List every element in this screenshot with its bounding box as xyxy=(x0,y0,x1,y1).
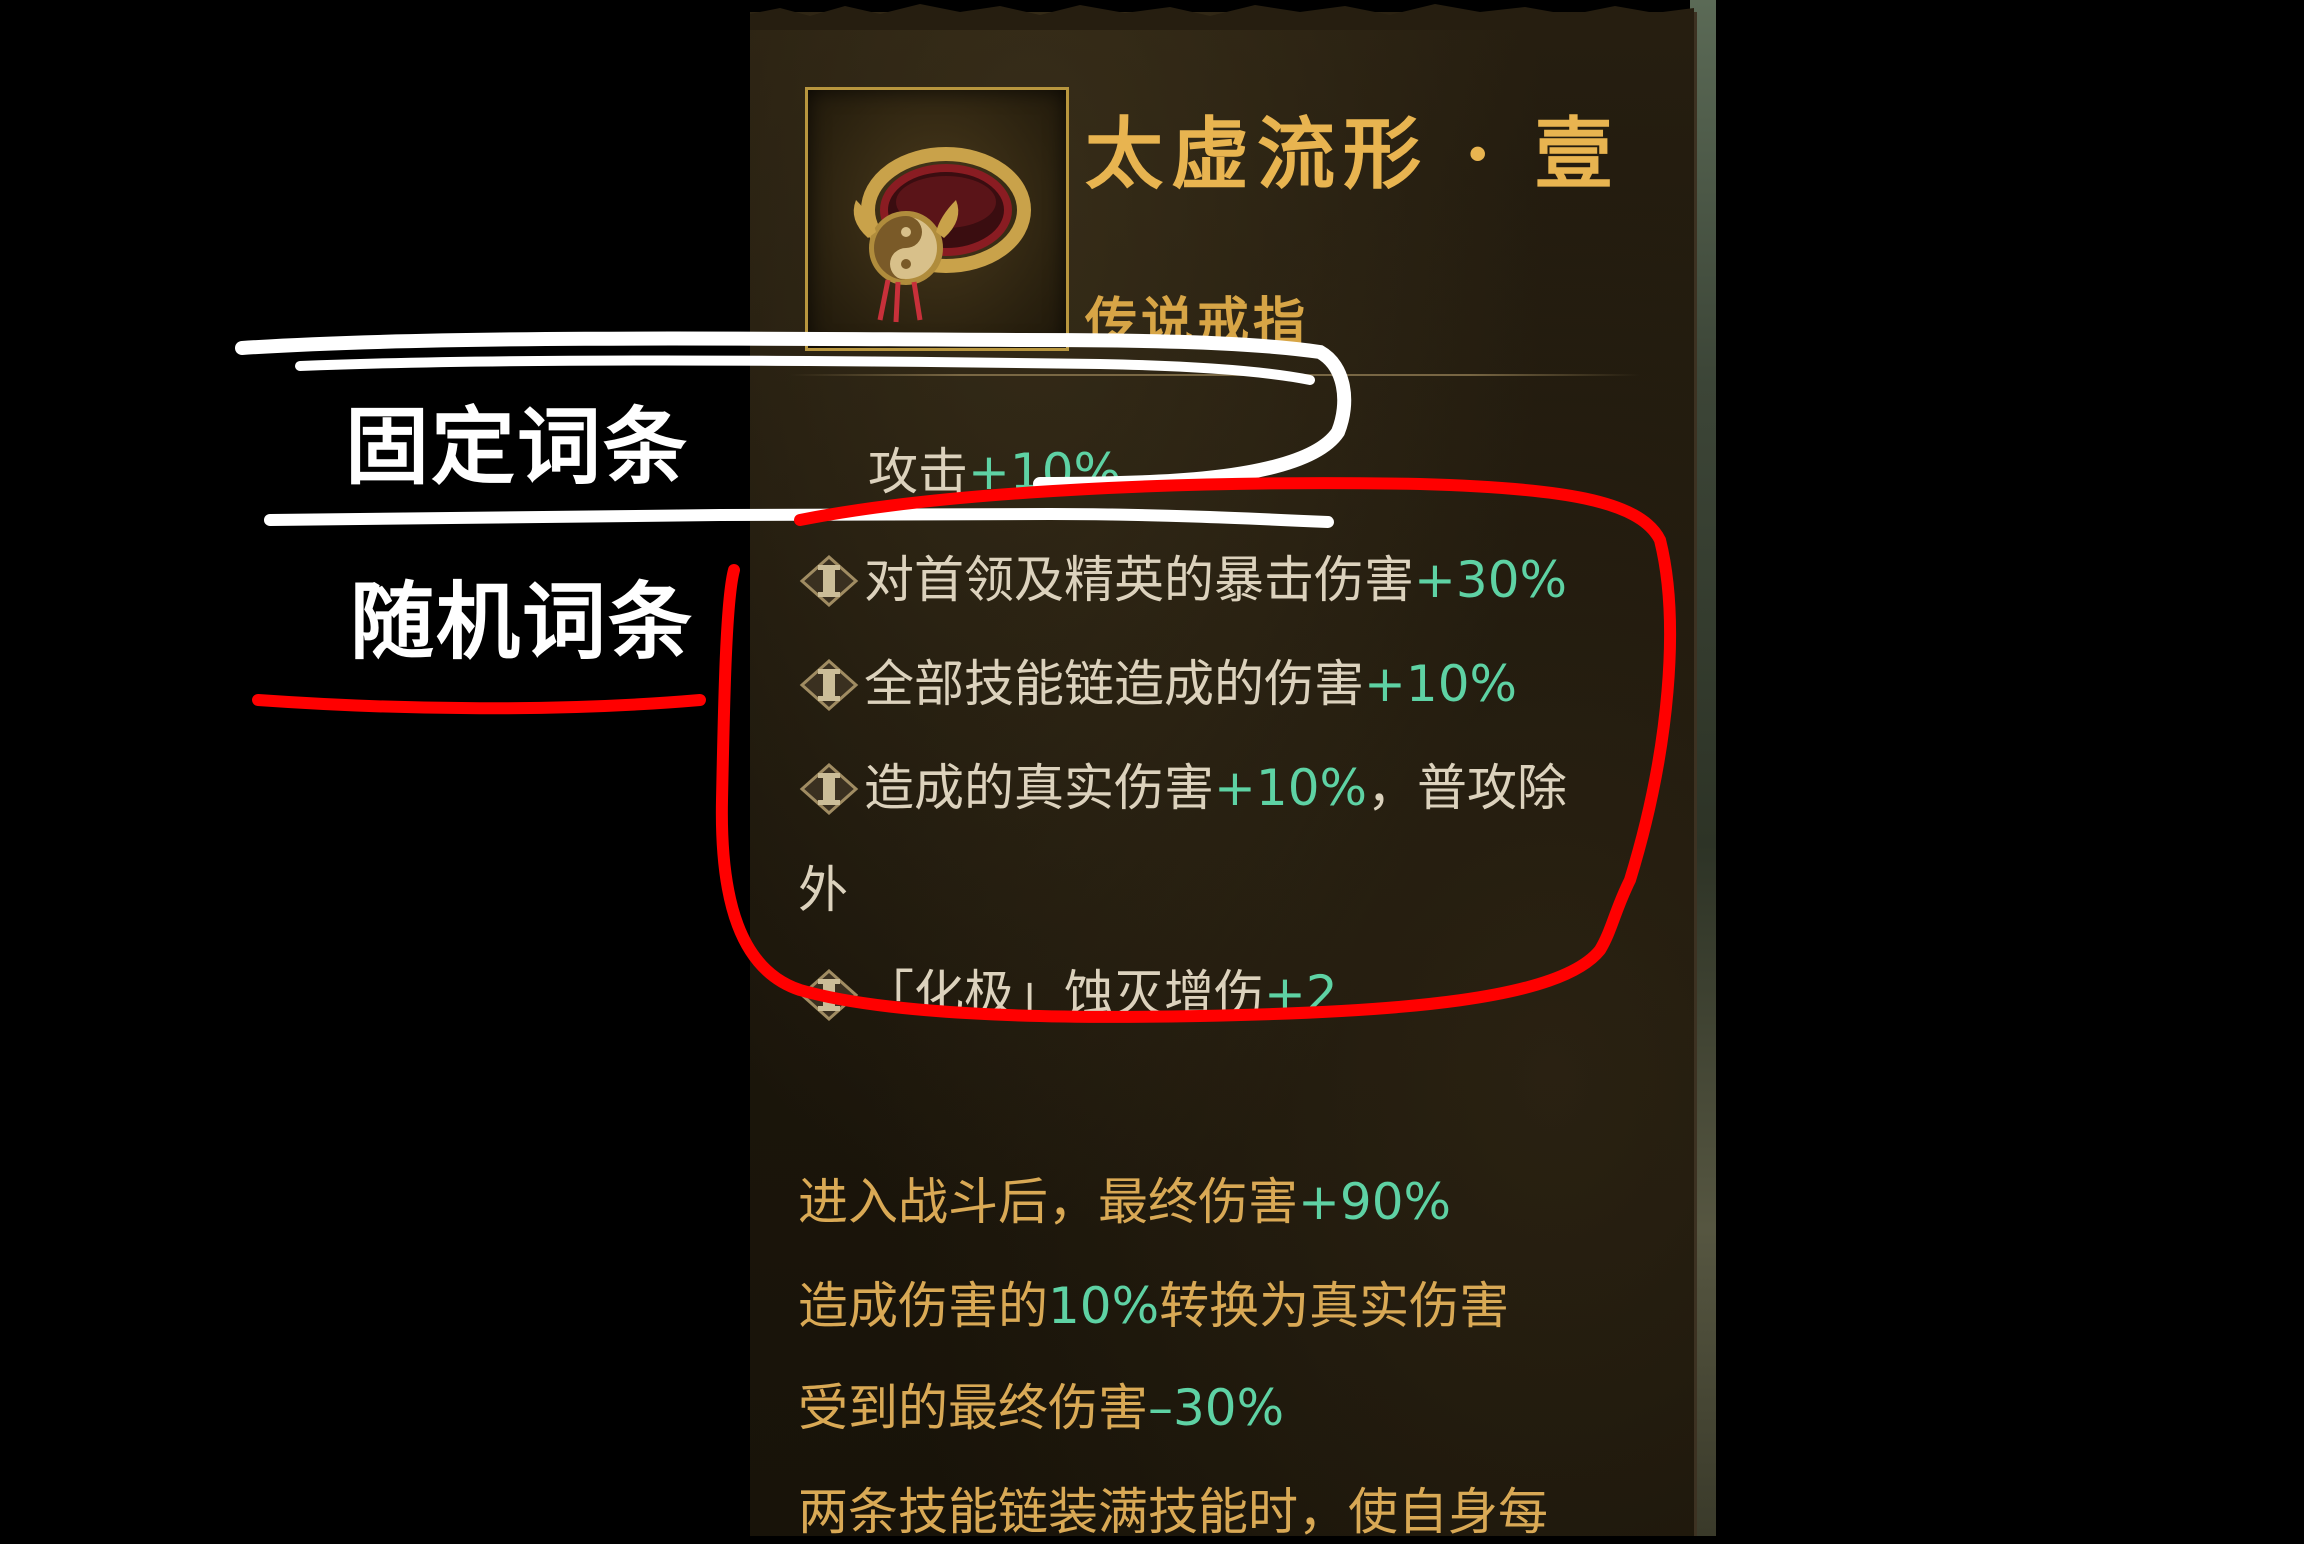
set-effect-after: 转换为真实伤害 xyxy=(1159,1277,1510,1335)
fixed-affix-label: 攻击 xyxy=(868,443,968,501)
torn-paper-edge xyxy=(750,4,1694,30)
set-effect-value: +90% xyxy=(1298,1173,1452,1231)
set-effect-label: 受到的最终伤害 xyxy=(798,1379,1148,1437)
set-effect-1: 进入战斗后，最终伤害+90% xyxy=(798,1162,1451,1234)
set-effect-label: 两条技能链装满技能时，使自身每 xyxy=(798,1483,1548,1541)
random-affix-1: 对首领及精英的暴击伤害+30% xyxy=(798,540,1567,612)
random-affix-suffix: ，普攻除 xyxy=(1367,759,1568,817)
random-affix-label: 「化极」蚀灭增伤 xyxy=(864,965,1264,1023)
item-tooltip: 太虚流形 · 壹 传说戒指 攻击+10% 对首领及精英的暴击伤害+30% 全部技… xyxy=(750,4,1697,1541)
ring-icon xyxy=(853,147,1031,323)
random-affix-label: 全部技能链造成的伤害 xyxy=(864,655,1364,713)
random-affix-3-wrap: 外 xyxy=(798,861,848,919)
random-affix-4: 「化极」蚀灭增伤+2 xyxy=(798,954,1338,1026)
affix-rune-icon xyxy=(799,555,859,607)
random-affix-label: 造成的真实伤害 xyxy=(864,759,1214,817)
random-affix-3: 造成的真实伤害+10%，普攻除 xyxy=(798,748,1567,820)
annotation-random-affix: 随机词条 xyxy=(350,573,695,671)
random-affix-value: +30% xyxy=(1414,551,1568,609)
divider xyxy=(790,374,1640,376)
set-effect-value: –30% xyxy=(1148,1379,1285,1437)
set-effect-value: 10% xyxy=(1048,1277,1160,1335)
random-affix-value: +10% xyxy=(1214,759,1368,817)
red-underline xyxy=(252,694,706,715)
affix-rune-icon xyxy=(799,659,859,711)
set-effect-4: 两条技能链装满技能时，使自身每 xyxy=(798,1472,1548,1544)
set-effect-label: 进入战斗后，最终伤害 xyxy=(798,1173,1298,1231)
affix-rune-icon xyxy=(799,969,859,1021)
item-icon-frame[interactable] xyxy=(805,87,1069,351)
affix-rune-icon xyxy=(799,763,859,815)
fixed-affix-value: +10% xyxy=(968,443,1122,501)
fixed-affix: 攻击+10% xyxy=(868,432,1121,504)
set-effect-label: 造成伤害的 xyxy=(798,1277,1048,1335)
random-affix-label: 对首领及精英的暴击伤害 xyxy=(864,551,1414,609)
annotation-fixed-affix: 固定词条 xyxy=(345,398,690,496)
set-effect-3: 受到的最终伤害–30% xyxy=(798,1368,1284,1440)
random-affix-value: +2 xyxy=(1264,965,1338,1023)
random-affix-2: 全部技能链造成的伤害+10% xyxy=(798,644,1517,716)
set-effect-2: 造成伤害的10%转换为真实伤害 xyxy=(798,1266,1509,1338)
item-name: 太虚流形 · 壹 xyxy=(1085,109,1621,200)
random-affix-value: +10% xyxy=(1364,655,1518,713)
item-type: 传说戒指 xyxy=(1085,292,1310,353)
